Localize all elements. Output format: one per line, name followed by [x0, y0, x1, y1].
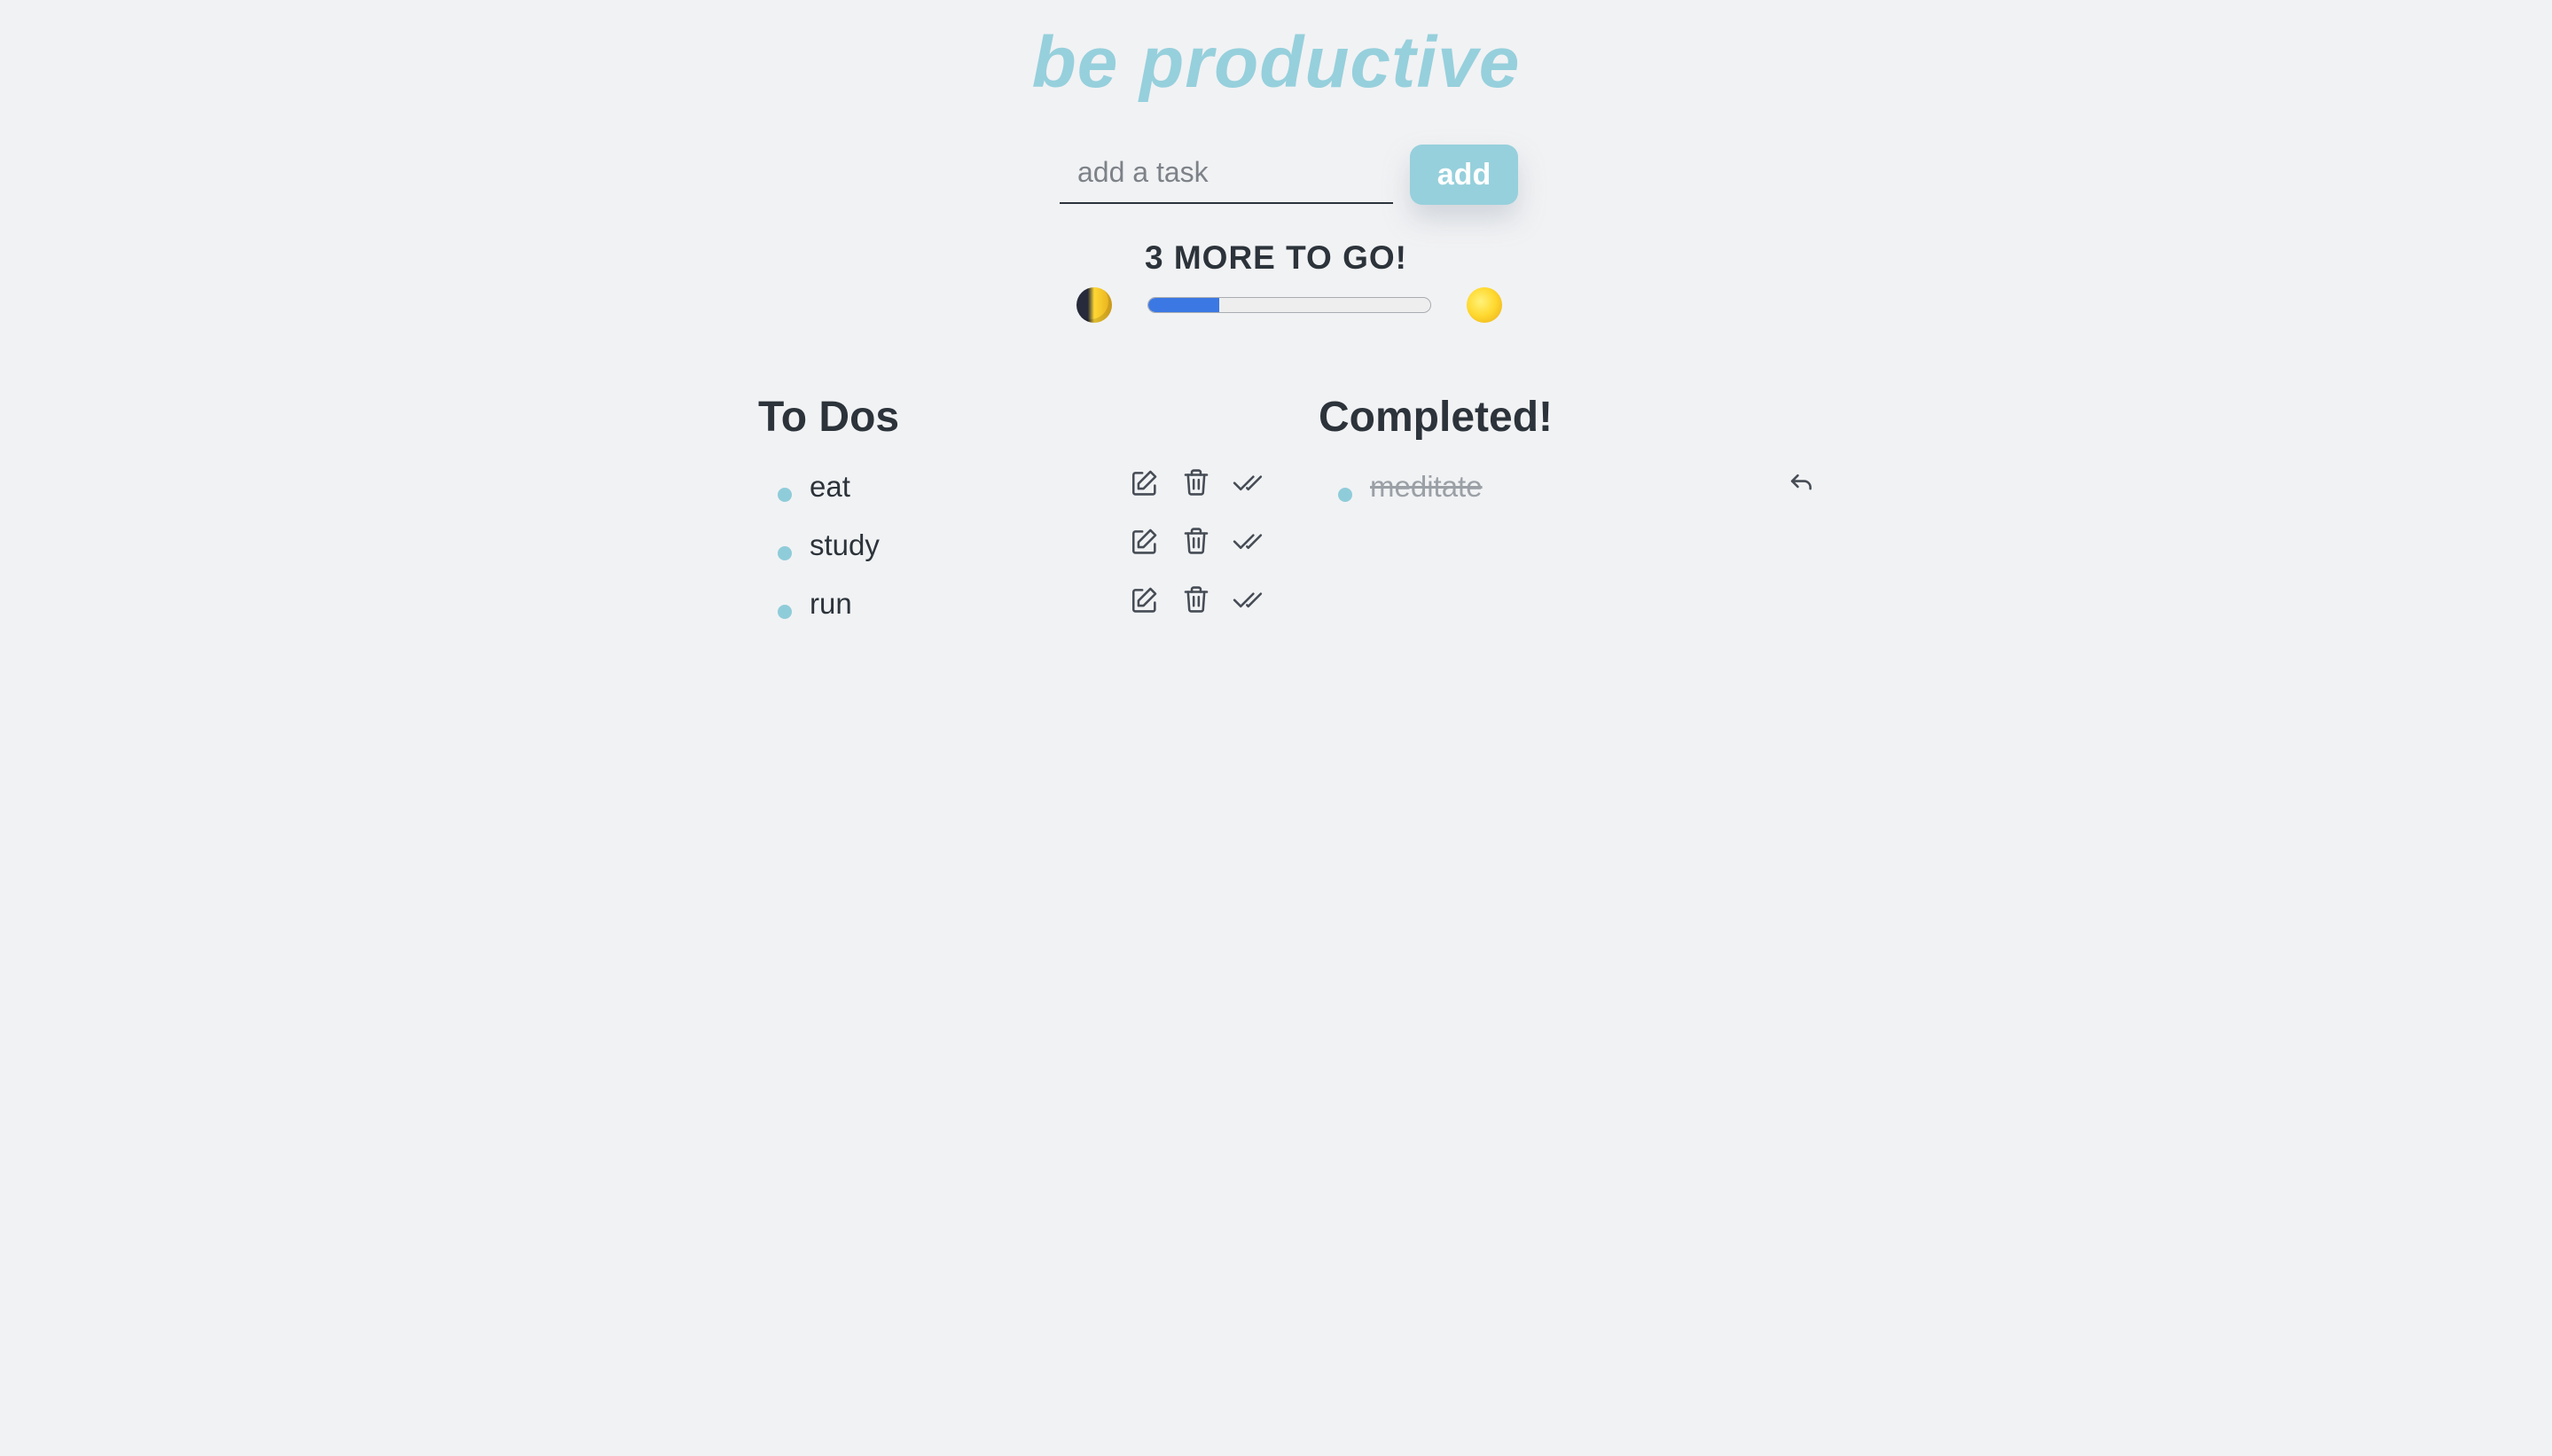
completed-item-actions [1785, 466, 1817, 498]
remaining-tasks-text: 3 MORE TO GO! [1144, 239, 1407, 276]
double-check-icon[interactable] [1232, 525, 1264, 557]
bullet-icon [778, 605, 792, 619]
trash-icon[interactable] [1180, 583, 1212, 615]
progress-bar [1147, 297, 1431, 313]
edit-icon[interactable] [1129, 466, 1161, 498]
todo-item-actions [1129, 525, 1264, 557]
completed-section-title: Completed! [1319, 394, 1553, 441]
sun-icon [1467, 287, 1502, 323]
trash-icon[interactable] [1180, 466, 1212, 498]
progress-fill [1148, 298, 1219, 312]
task-input[interactable] [1060, 142, 1393, 204]
todo-item-label: study [810, 528, 880, 561]
todo-item-label: eat [810, 470, 850, 503]
undo-icon[interactable] [1785, 466, 1817, 498]
bullet-icon [778, 488, 792, 502]
bullet-icon [1338, 488, 1352, 502]
todo-list-item: run [758, 583, 1264, 626]
edit-icon[interactable] [1129, 525, 1161, 557]
bullet-icon [778, 546, 792, 560]
trash-icon[interactable] [1180, 525, 1212, 557]
double-check-icon[interactable] [1232, 466, 1264, 498]
double-check-icon[interactable] [1232, 583, 1264, 615]
add-task-button[interactable]: add [1410, 145, 1518, 205]
edit-icon[interactable] [1129, 583, 1161, 615]
todo-item-label: run [810, 587, 852, 620]
todo-list-item: study [758, 525, 1264, 568]
todo-section-title: To Dos [758, 394, 900, 441]
completed-item-label: meditate [1370, 470, 1483, 503]
app-title: be productive [1031, 22, 1521, 103]
moon-icon [1076, 287, 1112, 323]
completed-list-item: meditate [1319, 466, 1817, 509]
todo-item-actions [1129, 583, 1264, 615]
todo-item-actions [1129, 466, 1264, 498]
todo-list-item: eat [758, 466, 1264, 509]
